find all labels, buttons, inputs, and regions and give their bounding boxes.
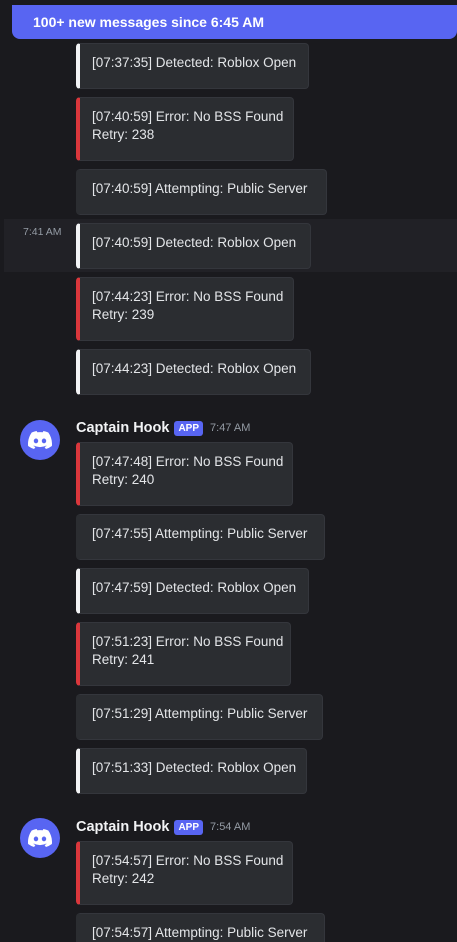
discord-logo-icon <box>28 829 52 847</box>
embed-line: [07:51:23] Error: No BSS Found <box>92 634 284 649</box>
embed-message[interactable]: [07:40:59] Attempting: Public Server <box>76 169 327 215</box>
embed-line: [07:54:57] Error: No BSS Found <box>92 853 284 868</box>
message-timestamp[interactable]: 7:47 AM <box>210 422 250 434</box>
discord-logo-icon <box>28 431 52 449</box>
embed-line: [07:51:33] Detected: Roblox Open <box>92 760 297 775</box>
embed-line: [07:40:59] Error: No BSS Found <box>92 109 284 124</box>
embed-line: Retry: 242 <box>92 871 155 886</box>
embed-line: [07:51:29] Attempting: Public Server <box>92 706 308 721</box>
embed-message[interactable]: [07:37:35] Detected: Roblox Open <box>76 43 309 89</box>
author-name[interactable]: Captain Hook <box>76 420 169 436</box>
embed-line: [07:44:23] Detected: Roblox Open <box>92 361 297 376</box>
app-badge: APP <box>174 420 204 436</box>
new-messages-banner[interactable]: 100+ new messages since 6:45 AM <box>12 5 457 39</box>
embed-message[interactable]: [07:47:59] Detected: Roblox Open <box>76 568 309 614</box>
embed-line: [07:54:57] Attempting: Public Server <box>92 925 308 940</box>
author-name[interactable]: Captain Hook <box>76 819 169 835</box>
embed-message[interactable]: [07:54:57] Error: No BSS Found Retry: 24… <box>76 841 293 905</box>
embed-line: Retry: 239 <box>92 307 155 322</box>
embed-line: [07:44:23] Error: No BSS Found <box>92 289 284 304</box>
new-messages-text: 100+ new messages since 6:45 AM <box>33 14 264 30</box>
embed-line: Retry: 241 <box>92 652 155 667</box>
embed-message[interactable]: [07:51:29] Attempting: Public Server <box>76 694 323 740</box>
embed-line: [07:47:55] Attempting: Public Server <box>92 526 308 541</box>
embed-message[interactable]: [07:40:59] Detected: Roblox Open <box>76 223 311 269</box>
message-header: Captain Hook APP 7:54 AM <box>76 819 250 835</box>
embed-line: [07:37:35] Detected: Roblox Open <box>92 55 297 70</box>
message-timestamp[interactable]: 7:54 AM <box>210 821 250 833</box>
embed-message[interactable]: [07:44:23] Detected: Roblox Open <box>76 349 311 395</box>
embed-line: [07:40:59] Attempting: Public Server <box>92 181 308 196</box>
app-badge: APP <box>174 819 204 835</box>
embed-message[interactable]: [07:51:33] Detected: Roblox Open <box>76 748 307 794</box>
hover-timestamp: 7:41 AM <box>23 226 62 238</box>
embed-line: [07:47:59] Detected: Roblox Open <box>92 580 297 595</box>
embed-line: Retry: 238 <box>92 127 155 142</box>
avatar[interactable] <box>20 420 60 460</box>
embed-message[interactable]: [07:47:55] Attempting: Public Server <box>76 514 325 560</box>
embed-message[interactable]: [07:54:57] Attempting: Public Server <box>76 913 325 942</box>
embed-message[interactable]: [07:44:23] Error: No BSS Found Retry: 23… <box>76 277 294 341</box>
embed-message[interactable]: [07:51:23] Error: No BSS Found Retry: 24… <box>76 622 291 686</box>
embed-message[interactable]: [07:47:48] Error: No BSS Found Retry: 24… <box>76 442 293 506</box>
message-header: Captain Hook APP 7:47 AM <box>76 420 250 436</box>
embed-message[interactable]: [07:40:59] Error: No BSS Found Retry: 23… <box>76 97 294 161</box>
embed-line: Retry: 240 <box>92 472 155 487</box>
embed-line: [07:47:48] Error: No BSS Found <box>92 454 284 469</box>
avatar[interactable] <box>20 818 60 858</box>
embed-line: [07:40:59] Detected: Roblox Open <box>92 235 297 250</box>
